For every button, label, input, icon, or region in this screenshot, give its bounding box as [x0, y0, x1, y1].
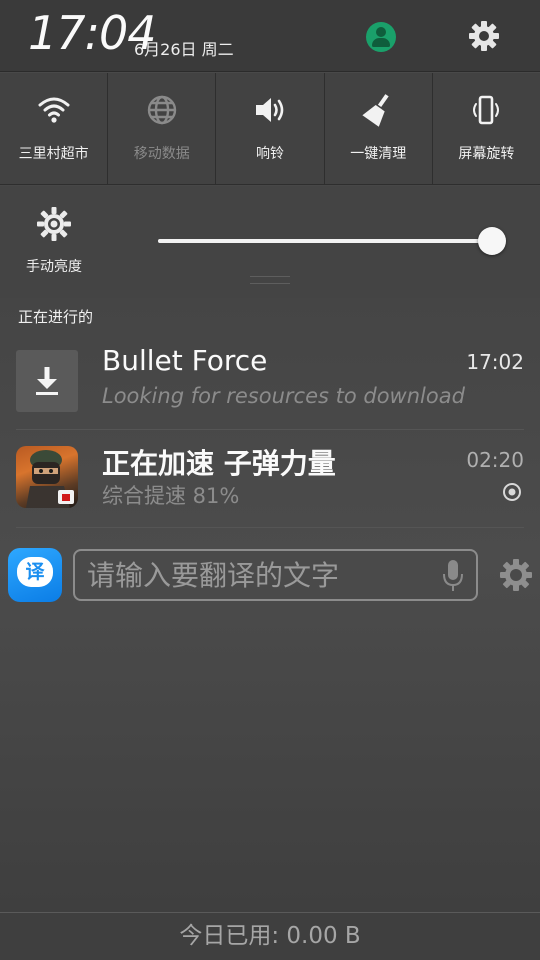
translator-logo-text: 译	[17, 557, 53, 587]
toggle-label: 一键清理	[350, 146, 407, 162]
broom-icon	[362, 94, 389, 127]
notification-time: 02:20	[466, 448, 524, 472]
translator-app-icon[interactable]: 译	[8, 548, 62, 602]
download-icon	[16, 350, 78, 412]
speed-boost-icon	[503, 483, 521, 501]
user-avatar-icon[interactable]	[366, 22, 396, 52]
toggle-wifi[interactable]: 三里村超市	[0, 73, 109, 184]
brightness-slider-thumb[interactable]	[478, 227, 506, 255]
toggle-label: 屏幕旋转	[458, 146, 515, 162]
gear-icon[interactable]	[468, 20, 500, 52]
notification-title: 正在加速 子弹力量	[102, 447, 336, 480]
rotate-icon	[473, 95, 500, 125]
ongoing-header: 正在进行的	[18, 308, 94, 326]
speaker-icon	[256, 98, 284, 122]
toggle-clean[interactable]: 一键清理	[325, 73, 433, 184]
notification-time: 17:02	[466, 350, 524, 374]
translate-input[interactable]	[73, 549, 478, 601]
gear-icon[interactable]	[499, 558, 533, 592]
toggle-mobile-data[interactable]: 移动数据	[108, 73, 217, 184]
data-usage-footer: 今日已用: 0.00 B	[0, 912, 540, 960]
wifi-icon	[38, 97, 70, 123]
drag-handle[interactable]	[250, 276, 290, 284]
quick-toggles: 三里村超市 移动数据 响铃 一键清理 屏幕旋转	[0, 73, 540, 185]
notification-title: Bullet Force	[102, 344, 268, 377]
globe-icon	[147, 95, 176, 125]
toggle-label: 三里村超市	[18, 146, 89, 162]
date: 6月26日 周二	[134, 40, 234, 59]
notification-speedup[interactable]: 正在加速 子弹力量 综合提速 81% 02:20	[0, 432, 540, 528]
notification-text: 综合提速 81%	[102, 484, 240, 508]
microphone-icon[interactable]	[440, 558, 466, 594]
toggle-ring[interactable]: 响铃	[216, 73, 325, 184]
brightness-icon[interactable]	[36, 206, 72, 242]
brightness-slider-fill	[158, 239, 492, 243]
brightness-panel: 手动亮度	[0, 186, 540, 298]
toggle-label: 响铃	[256, 146, 284, 162]
toggle-label: 移动数据	[133, 146, 190, 162]
translator-widget: 译	[0, 540, 540, 610]
game-app-icon	[16, 446, 78, 508]
divider	[16, 527, 524, 528]
divider	[16, 429, 524, 430]
notification-text: Looking for resources to download	[102, 384, 465, 408]
notification-bullet-force[interactable]: Bullet Force Looking for resources to do…	[0, 334, 540, 430]
status-header: 17:04 6月26日 周二	[0, 0, 540, 72]
brightness-slider[interactable]	[158, 239, 492, 243]
toggle-rotate[interactable]: 屏幕旋转	[433, 73, 540, 184]
brightness-label: 手动亮度	[26, 259, 82, 275]
